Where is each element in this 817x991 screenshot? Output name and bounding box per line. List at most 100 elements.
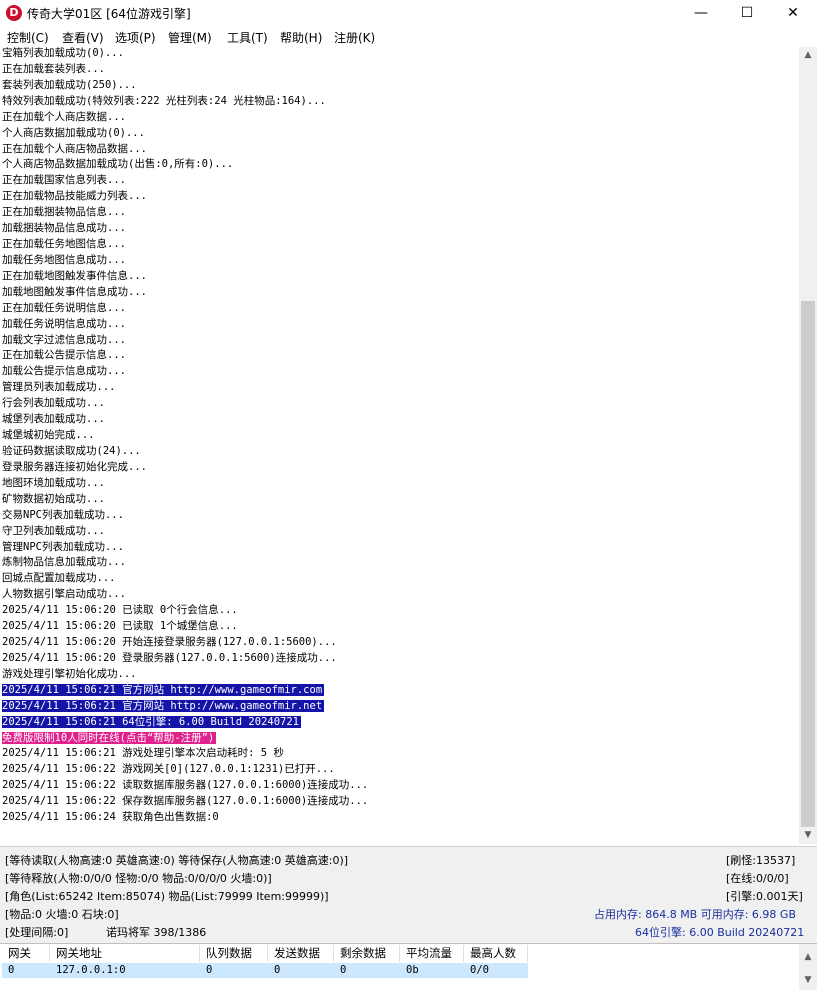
log-line: 2025/4/11 15:06:21 游戏处理引擎本次启动耗时: 5 秒 bbox=[2, 746, 284, 761]
log-line-text: 个人商店物品数据加载成功(出售:0,所有:0)... bbox=[2, 158, 234, 171]
log-line: 2025/4/11 15:06:22 读取数据库服务器(127.0.0.1:60… bbox=[2, 778, 368, 793]
log-line-text: 正在加载套装列表... bbox=[2, 62, 105, 75]
log-line: 城堡列表加载成功... bbox=[2, 412, 105, 427]
log-output[interactable]: 宝箱列表加载成功(0)... 正在加载套装列表... 套装列表加载成功(250)..… bbox=[0, 47, 799, 844]
log-line: 炼制物品信息加载成功... bbox=[2, 555, 126, 570]
table-cell[interactable]: 0b bbox=[400, 963, 464, 978]
table-header-gateway[interactable]: 网关 bbox=[2, 945, 50, 962]
log-line-text: 2025/4/11 15:06:21 官方网站 http://www.gameo… bbox=[2, 699, 325, 712]
menu-register[interactable]: 注册(K) bbox=[334, 29, 375, 46]
log-line: 2025/4/11 15:06:24 获取角色出售数据:0 bbox=[2, 810, 219, 825]
table-header-remaining[interactable]: 剩余数据 bbox=[334, 945, 400, 962]
menu-options[interactable]: 选项(P) bbox=[115, 29, 156, 46]
menu-tools[interactable]: 工具(T) bbox=[227, 29, 268, 46]
table-header-max-users[interactable]: 最高人数 bbox=[464, 945, 528, 962]
table-cell[interactable]: 0 bbox=[268, 963, 334, 978]
log-line: 管理员列表加载成功... bbox=[2, 380, 115, 395]
log-line-text: 管理员列表加载成功... bbox=[2, 381, 116, 394]
log-line: 正在加载任务说明信息... bbox=[2, 301, 126, 316]
log-line: 免费版限制10人同时在线(点击“帮助-注册”) bbox=[2, 731, 217, 746]
log-line-text: 炼制物品信息加载成功... bbox=[2, 556, 126, 569]
table-scrollbar[interactable]: ▲ ▼ bbox=[799, 944, 817, 990]
log-line: 2025/4/11 15:06:20 开始连接登录服务器(127.0.0.1:5… bbox=[2, 635, 337, 650]
status-boss: 诺玛将军 398/1386 bbox=[106, 926, 207, 939]
menu-view[interactable]: 查看(V) bbox=[62, 29, 104, 46]
log-line-text: 2025/4/11 15:06:22 读取数据库服务器(127.0.0.1:60… bbox=[2, 779, 369, 792]
log-line-text: 加载捆装物品信息成功... bbox=[2, 222, 126, 235]
log-line: 正在加载捆装物品信息... bbox=[2, 205, 126, 220]
menu-bar: 控制(C) 查看(V) 选项(P) 管理(M) 工具(T) 帮助(H) 注册(K… bbox=[0, 27, 817, 48]
log-line-text: 人物数据引擎启动成功... bbox=[2, 588, 126, 601]
log-line: 2025/4/11 15:06:21 64位引擎: 6.00 Build 202… bbox=[2, 715, 302, 730]
minimize-button[interactable]: — bbox=[678, 0, 724, 27]
log-line: 正在加载国家信息列表... bbox=[2, 173, 126, 188]
table-cell[interactable]: 0 bbox=[200, 963, 268, 978]
log-line: 加载文字过滤信息成功... bbox=[2, 333, 126, 348]
log-line-text: 城堡城初始完成... bbox=[2, 429, 95, 442]
log-line: 2025/4/11 15:06:21 官方网站 http://www.gameo… bbox=[2, 699, 325, 714]
table-cell[interactable]: 0 bbox=[2, 963, 50, 978]
log-line-text: 城堡列表加载成功... bbox=[2, 413, 105, 426]
table-cell[interactable]: 0/0 bbox=[464, 963, 528, 978]
log-line-text: 正在加载公告提示信息... bbox=[2, 349, 126, 362]
log-line-text: 正在加载个人商店物品数据... bbox=[2, 142, 147, 155]
minimize-icon: — bbox=[694, 5, 708, 21]
log-line: 2025/4/11 15:06:20 登录服务器(127.0.0.1:5600)… bbox=[2, 651, 337, 666]
log-line-text: 2025/4/11 15:06:20 登录服务器(127.0.0.1:5600)… bbox=[2, 651, 337, 664]
log-line-text: 守卫列表加载成功... bbox=[2, 524, 105, 537]
log-line: 回城点配置加载成功... bbox=[2, 571, 115, 586]
menu-manage[interactable]: 管理(M) bbox=[168, 29, 212, 46]
log-line: 正在加载个人商店物品数据... bbox=[2, 142, 147, 157]
log-line-text: 交易NPC列表加载成功... bbox=[2, 508, 124, 521]
log-line: 管理NPC列表加载成功... bbox=[2, 540, 124, 555]
log-line: 2025/4/11 15:06:22 游戏网关[0](127.0.0.1:123… bbox=[2, 762, 335, 777]
scroll-down-icon[interactable]: ▼ bbox=[799, 972, 817, 989]
menu-help[interactable]: 帮助(H) bbox=[280, 29, 322, 46]
log-line-text: 登录服务器连接初始化完成... bbox=[2, 460, 147, 473]
table-header-address[interactable]: 网关地址 bbox=[50, 945, 200, 962]
scroll-down-icon[interactable]: ▼ bbox=[799, 827, 817, 844]
log-scrollbar[interactable]: ▲ ▼ bbox=[799, 47, 817, 844]
table-cell[interactable]: 0 bbox=[334, 963, 400, 978]
log-line: 加载捆装物品信息成功... bbox=[2, 221, 126, 236]
log-line: 个人商店物品数据加载成功(出售:0,所有:0)... bbox=[2, 157, 233, 172]
log-line: 地图环境加载成功... bbox=[2, 476, 105, 491]
log-line: 特效列表加载成功(特效列表:222 光柱列表:24 光柱物品:164)... bbox=[2, 94, 326, 109]
status-wait-read: [等待读取(人物高速:0 英雄高速:0) 等待保存(人物高速:0 英雄高速:0)… bbox=[5, 854, 349, 867]
status-engine-uptime: [引擎:0.001天] bbox=[726, 890, 803, 903]
title-bar[interactable]: D 传奇大学01区 [64位游戏引擎] — ☐ ✕ bbox=[0, 0, 817, 27]
log-line: 2025/4/11 15:06:22 保存数据库服务器(127.0.0.1:60… bbox=[2, 794, 368, 809]
table-header-sent[interactable]: 发送数据 bbox=[268, 945, 334, 962]
log-line-text: 正在加载任务说明信息... bbox=[2, 301, 126, 314]
log-line-text: 2025/4/11 15:06:24 获取角色出售数据:0 bbox=[2, 811, 219, 824]
log-line-text: 加载公告提示信息成功... bbox=[2, 365, 126, 378]
status-wait-release: [等待释放(人物:0/0/0 怪物:0/0 物品:0/0/0/0 火墙:0)] bbox=[5, 872, 272, 885]
scroll-thumb[interactable] bbox=[801, 301, 815, 827]
scroll-up-icon[interactable]: ▲ bbox=[799, 949, 817, 966]
table-header-queue[interactable]: 队列数据 bbox=[200, 945, 268, 962]
log-line-text: 加载任务地图信息成功... bbox=[2, 253, 126, 266]
log-line: 交易NPC列表加载成功... bbox=[2, 508, 124, 523]
table-header-avg-traffic[interactable]: 平均流量 bbox=[400, 945, 464, 962]
log-line-text: 套装列表加载成功(250)... bbox=[2, 78, 137, 91]
log-line: 正在加载物品技能威力列表... bbox=[2, 189, 147, 204]
log-line-text: 正在加载任务地图信息... bbox=[2, 238, 126, 251]
log-line-text: 行会列表加载成功... bbox=[2, 397, 105, 410]
log-line-text: 2025/4/11 15:06:20 已读取 0个行会信息... bbox=[2, 604, 238, 617]
maximize-button[interactable]: ☐ bbox=[724, 0, 770, 27]
table-cell[interactable]: 127.0.0.1:0 bbox=[50, 963, 200, 978]
scroll-up-icon[interactable]: ▲ bbox=[799, 47, 817, 64]
log-line-text: 回城点配置加载成功... bbox=[2, 572, 116, 585]
menu-control[interactable]: 控制(C) bbox=[7, 29, 49, 46]
log-line-text: 宝箱列表加载成功(0)... bbox=[2, 47, 124, 59]
log-line: 加载任务说明信息成功... bbox=[2, 317, 126, 332]
log-line: 正在加载任务地图信息... bbox=[2, 237, 126, 252]
log-line-text: 2025/4/11 15:06:22 游戏网关[0](127.0.0.1:123… bbox=[2, 763, 335, 776]
close-button[interactable]: ✕ bbox=[770, 0, 816, 27]
status-engine-version: 64位引擎: 6.00 Build 20240721 bbox=[635, 926, 805, 939]
log-line-text: 2025/4/11 15:06:20 已读取 1个城堡信息... bbox=[2, 620, 238, 633]
app-logo-icon[interactable]: D bbox=[6, 5, 22, 21]
log-line-text: 免费版限制10人同时在线(点击“帮助-注册”) bbox=[2, 731, 217, 744]
gateway-table[interactable]: 网关 网关地址 队列数据 发送数据 剩余数据 平均流量 最高人数 0 127.0… bbox=[0, 943, 817, 991]
log-line-text: 2025/4/11 15:06:20 开始连接登录服务器(127.0.0.1:5… bbox=[2, 636, 337, 649]
